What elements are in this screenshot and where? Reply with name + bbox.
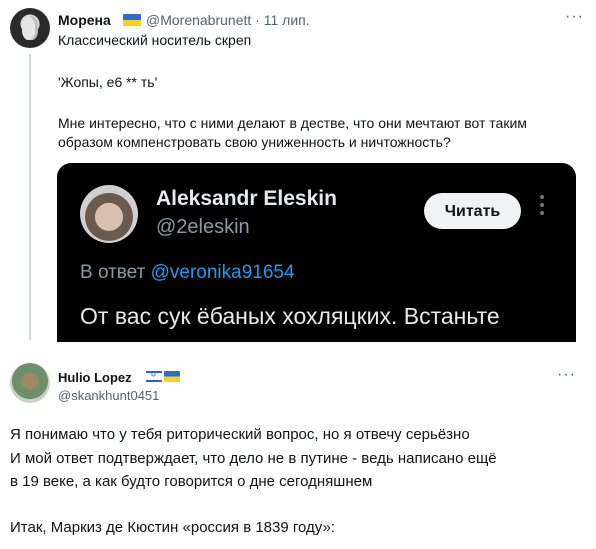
embedded-author-name: Aleksandr Eleskin	[156, 187, 337, 210]
embedded-author-handle: @2eleskin	[156, 216, 250, 238]
more-icon[interactable]: ···	[557, 366, 576, 384]
embedded-image[interactable]: Aleksandr Eleskin @2eleskin Читать В отв…	[57, 163, 576, 342]
author-handle[interactable]: @Morenabrunett · 11 лип.	[146, 12, 310, 28]
ukraine-flag-icon	[164, 371, 180, 382]
more-icon[interactable]: ···	[565, 8, 584, 26]
avatar[interactable]	[10, 363, 50, 403]
more-vertical-icon	[540, 195, 544, 219]
follow-button: Читать	[424, 193, 521, 229]
tweet-text-line: образом компенстровать свою униженность …	[58, 134, 451, 150]
tweet-text-line: Итак, Маркиз де Кюстин «россия в 1839 го…	[10, 519, 335, 536]
thread-line	[29, 54, 31, 340]
ukraine-flag-icon	[123, 14, 141, 26]
embedded-avatar	[80, 185, 138, 243]
author-name[interactable]: Hulio Lopez	[58, 370, 132, 385]
author-handle[interactable]: @skankhunt0451	[58, 388, 159, 403]
reply-mention: @veronika91654	[150, 262, 295, 283]
tweet-date[interactable]: 11 лип.	[264, 12, 310, 28]
tweet-text-line: 'Жопы, е6 ** ть'	[58, 74, 158, 90]
tweet-text-line: Я понимаю что у тебя риторический вопрос…	[10, 426, 470, 443]
avatar[interactable]	[10, 8, 50, 48]
author-name[interactable]: Морена	[58, 12, 111, 28]
tweet-text-line: Мне интересно, что с ними делают в деств…	[58, 115, 527, 131]
reply-to: В ответ @veronika91654	[80, 262, 295, 283]
tweet-text-line: И мой ответ подтверждает, что дело не в …	[10, 450, 497, 467]
tweet-text-line: в 19 веке, а как будто говорится о дне с…	[10, 473, 373, 490]
tweet-text-line: Классический носитель скреп	[58, 32, 252, 48]
israel-flag-icon	[146, 370, 162, 382]
embedded-text: От вас сук ёбаных хохляцких. Встаньте	[80, 303, 500, 329]
